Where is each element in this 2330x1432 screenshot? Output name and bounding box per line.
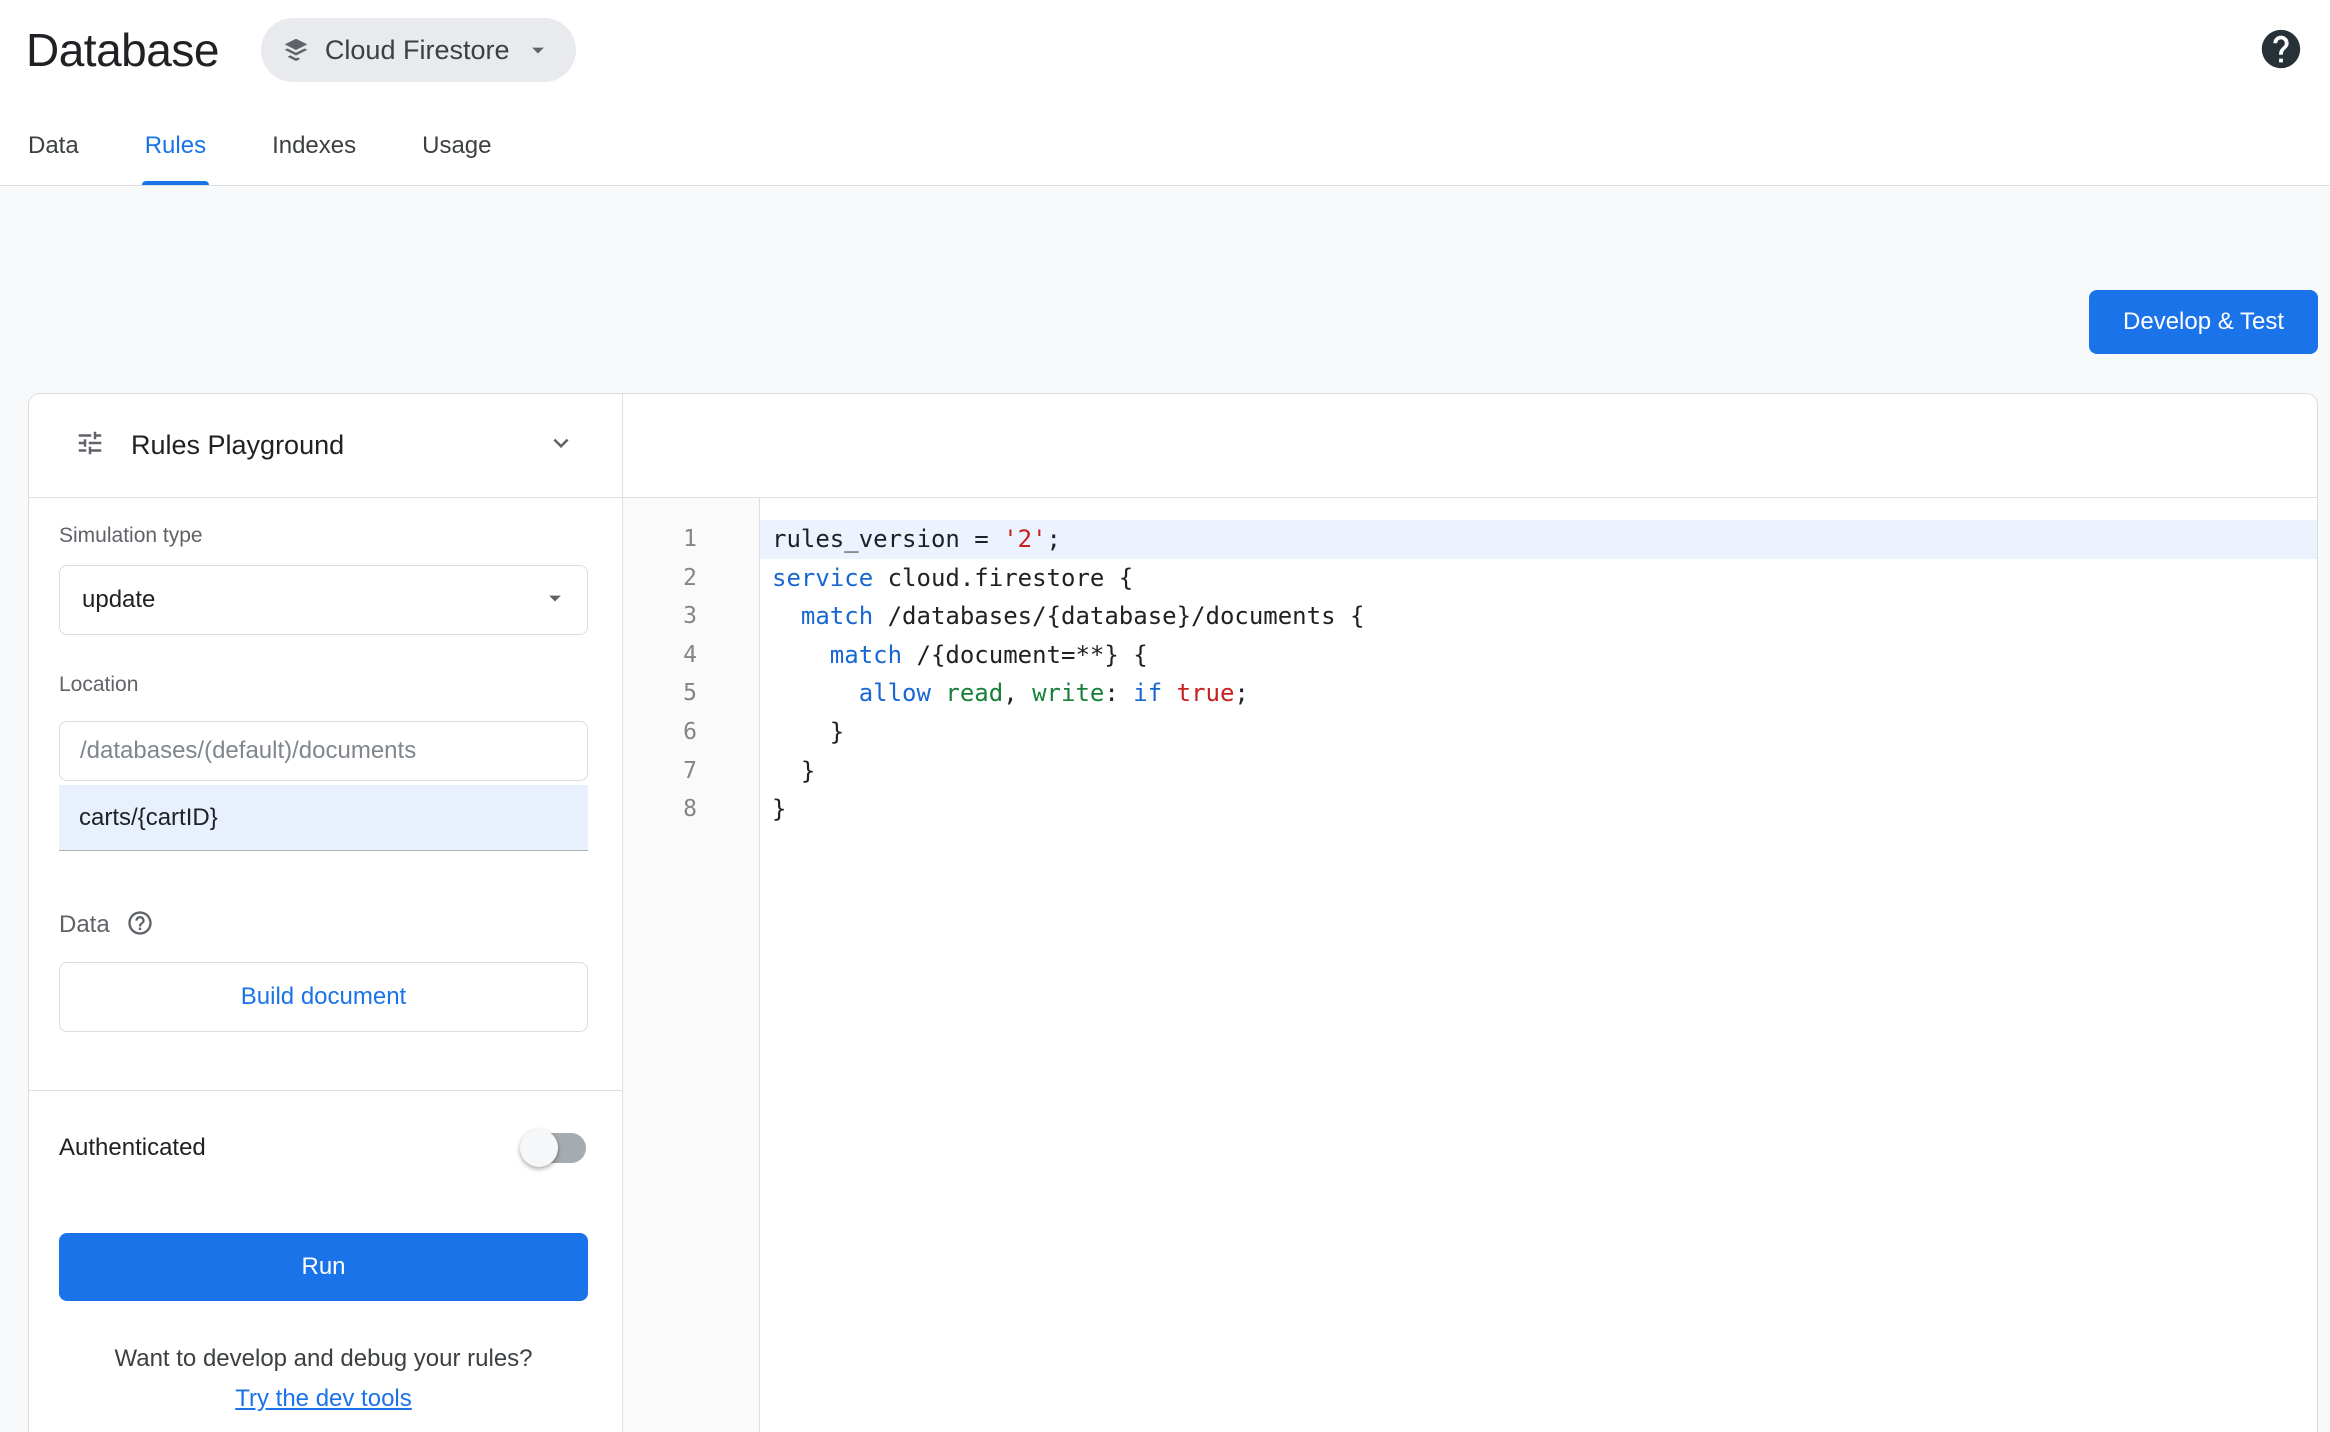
editor-header bbox=[623, 394, 2317, 498]
line-number: 7 bbox=[683, 757, 697, 784]
develop-test-button[interactable]: Develop & Test bbox=[2089, 290, 2318, 354]
location-input[interactable] bbox=[59, 721, 588, 781]
authenticated-label: Authenticated bbox=[59, 1134, 206, 1161]
code-line[interactable]: service cloud.firestore { bbox=[760, 559, 2317, 598]
line-number: 1 bbox=[683, 526, 697, 552]
run-button[interactable]: Run bbox=[59, 1233, 588, 1301]
data-label: Data bbox=[59, 910, 110, 938]
firestore-database-page: Database Cloud Firestore Data Rules Inde… bbox=[0, 0, 2330, 1432]
help-icon bbox=[2258, 26, 2304, 75]
location-path-segment[interactable]: carts/{cartID} bbox=[59, 785, 588, 851]
collapse-chevron-icon[interactable] bbox=[546, 428, 576, 463]
authenticated-toggle[interactable] bbox=[520, 1129, 588, 1167]
code-line[interactable]: rules_version = '2'; bbox=[760, 520, 2317, 559]
code-line[interactable]: match /databases/{database}/documents { bbox=[760, 597, 2317, 636]
line-number: 5 bbox=[683, 680, 697, 707]
line-number: 4 bbox=[683, 641, 697, 668]
rules-card: Rules Playground Simulation type update bbox=[28, 393, 2318, 1432]
code-line[interactable]: allow read, write: if true; bbox=[760, 674, 2317, 713]
tune-icon bbox=[75, 428, 105, 463]
dev-tools-prompt: Want to develop and debug your rules? bbox=[114, 1345, 533, 1372]
code-line[interactable]: match /{document=**} { bbox=[760, 636, 2317, 675]
editor-gutter: 1 2 3 4 5 6 7 8 bbox=[623, 498, 760, 1432]
chevron-down-icon bbox=[524, 36, 552, 64]
playground-form: Simulation type update Location carts/{c… bbox=[29, 498, 622, 1090]
line-number: 2 bbox=[683, 564, 697, 591]
rules-editor[interactable]: 1 2 3 4 5 6 7 8 rules_version = '2'; service clo… bbox=[623, 498, 2317, 1432]
location-label: Location bbox=[59, 673, 139, 696]
code-line[interactable]: } bbox=[760, 790, 2317, 829]
simulation-type-label: Simulation type bbox=[59, 524, 203, 547]
tab-bar: Data Rules Indexes Usage bbox=[0, 100, 2330, 186]
title-row: Database Cloud Firestore bbox=[0, 0, 2330, 100]
rules-editor-panel: 1 2 3 4 5 6 7 8 rules_version = '2'; service clo… bbox=[623, 394, 2317, 1432]
dev-tools-link[interactable]: Try the dev tools bbox=[59, 1385, 588, 1413]
toggle-thumb bbox=[520, 1129, 558, 1167]
simulation-type-select[interactable]: update bbox=[59, 565, 588, 635]
simulation-type-value: update bbox=[82, 586, 156, 613]
help-button[interactable] bbox=[2258, 26, 2304, 75]
line-number: 6 bbox=[683, 718, 697, 745]
playground-run-section: Authenticated Run Want to develop and de… bbox=[29, 1091, 622, 1432]
product-selector-label: Cloud Firestore bbox=[324, 34, 510, 65]
code-line[interactable]: } bbox=[760, 752, 2317, 791]
code-line[interactable]: } bbox=[760, 713, 2317, 752]
authenticated-row: Authenticated bbox=[59, 1115, 588, 1181]
product-selector-chip[interactable]: Cloud Firestore bbox=[260, 18, 576, 82]
tab-usage[interactable]: Usage bbox=[422, 106, 491, 185]
select-caret-icon bbox=[541, 584, 569, 617]
rules-playground-panel: Rules Playground Simulation type update bbox=[29, 394, 623, 1432]
page-header: Database Cloud Firestore Data Rules Inde… bbox=[0, 0, 2330, 186]
content-area: Develop & Test Rules Playground Simulati… bbox=[0, 187, 2330, 1432]
firestore-icon bbox=[281, 35, 311, 65]
tab-data[interactable]: Data bbox=[28, 106, 79, 185]
data-help-button[interactable] bbox=[126, 909, 154, 940]
build-document-button[interactable]: Build document bbox=[59, 962, 588, 1032]
line-number: 3 bbox=[683, 603, 697, 630]
help-outline-icon bbox=[126, 909, 154, 940]
rules-playground-header[interactable]: Rules Playground bbox=[29, 394, 622, 498]
page-title: Database bbox=[26, 24, 219, 76]
tab-indexes[interactable]: Indexes bbox=[272, 106, 356, 185]
editor-code[interactable]: rules_version = '2'; service cloud.firest… bbox=[760, 498, 2317, 1432]
line-number: 8 bbox=[683, 796, 697, 823]
tab-rules[interactable]: Rules bbox=[141, 106, 210, 185]
rules-playground-title: Rules Playground bbox=[131, 430, 345, 460]
data-row: Data bbox=[59, 909, 588, 940]
